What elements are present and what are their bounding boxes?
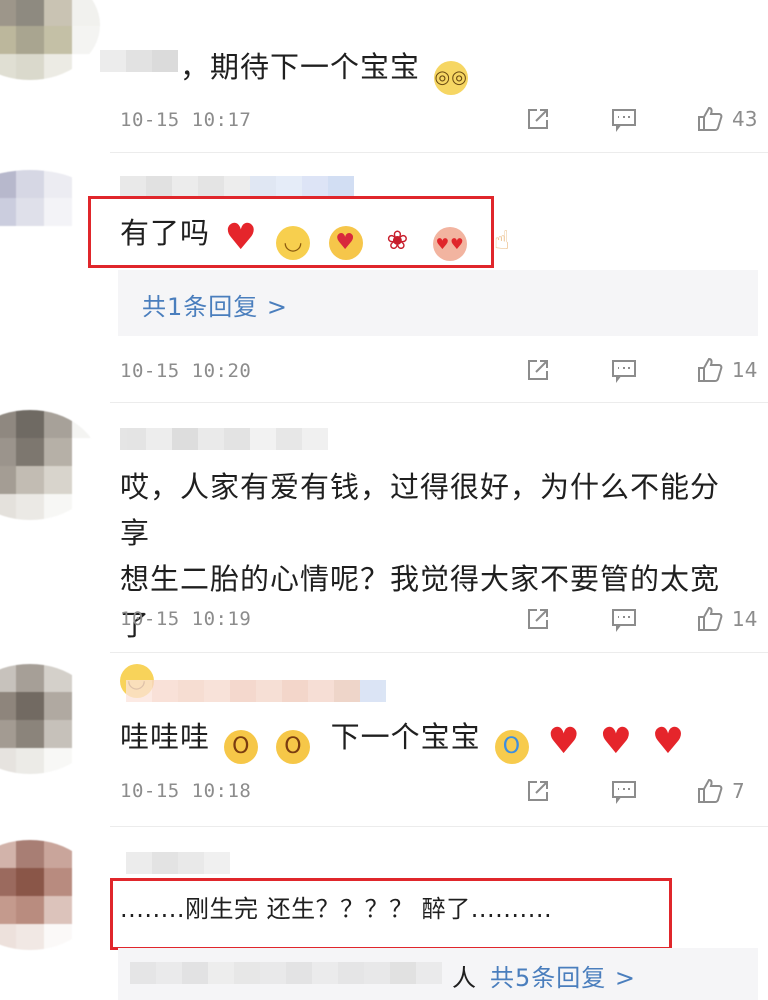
username-blurred[interactable] [126,680,386,702]
thumbs-up-icon[interactable] [696,777,724,805]
thumbs-up-icon[interactable] [696,356,724,384]
heart-eyes-emoji-icon: ♥♥ [433,227,468,261]
comment-time: 10-15 10:18 [120,780,252,802]
comment-line-1: 哎，人家有爱有钱，过得很好，为什么不能分享 [120,470,721,550]
comment-actions: 43 [466,102,758,136]
comment-time: 10-15 10:19 [120,608,252,630]
like-count: 7 [732,779,745,803]
share-icon[interactable] [524,356,552,384]
reply-preview-box[interactable]: 人 共5条回复 > [118,948,758,1000]
heart-icon: ♥ [599,721,633,762]
thumbs-up-emoji-icon: ☝ [493,226,511,256]
nerd-glasses-emoji-icon: ◎◎ [434,61,469,95]
username-blurred[interactable] [100,50,178,72]
comment-text: ........刚生完 还生？？？？ 醉了.......... [120,895,553,923]
heart-icon: ♥ [547,721,581,762]
comment-actions: 14 [466,353,758,387]
comment-text: ，期待下一个宝宝 ◎◎ [180,44,738,95]
avatar[interactable] [0,0,100,80]
avatar[interactable] [0,664,100,774]
scream-emoji-icon: O [276,730,311,764]
avatar[interactable] [0,410,100,520]
reply-suffix: 人 [452,964,476,992]
kiss-emoji-icon: ♥ [328,226,363,260]
divider [110,152,768,153]
like-count: 14 [732,607,758,631]
scream-emoji-icon: O [224,730,259,764]
comment-icon[interactable] [610,105,638,133]
view-replies-link[interactable]: 共5条回复 > [490,958,636,993]
like-count: 14 [732,358,758,382]
divider [110,402,768,403]
share-icon[interactable] [524,105,552,133]
thumbs-up-icon[interactable] [696,605,724,633]
smile-emoji-icon: ◡ [276,226,311,260]
view-replies-link[interactable]: 共1条回复 > [142,287,288,322]
divider [110,826,768,827]
divider [110,652,768,653]
username-blurred[interactable] [126,852,230,874]
like-count: 43 [732,107,758,131]
username-blurred[interactable] [120,428,328,450]
avatar[interactable] [0,170,100,242]
comment-actions: 7 [466,774,758,808]
comment-icon[interactable] [610,356,638,384]
heart-icon: ♥ [224,217,258,258]
comment-icon[interactable] [610,605,638,633]
comment-text: 哇哇哇 O O 下一个宝宝 O ♥ ♥ ♥ [120,720,686,764]
share-icon[interactable] [524,605,552,633]
reply-preview-box[interactable]: 共1条回复 > [118,270,758,336]
username-blurred[interactable] [120,176,354,198]
comment-icon[interactable] [610,777,638,805]
reply-username-blurred [130,962,442,984]
comment-text: 有了吗 ♥ ◡ ♥ ❀ ♥♥ ☝ [120,210,738,261]
comment-actions: 14 [466,602,758,636]
heart-icon: ♥ [651,721,686,762]
comment-time: 10-15 10:17 [120,109,252,131]
thumbs-up-icon[interactable] [696,105,724,133]
rose-icon: ❀ [386,226,410,256]
comment-time: 10-15 10:20 [120,360,252,382]
avatar[interactable] [0,840,100,950]
share-icon[interactable] [524,777,552,805]
tears-of-joy-emoji-icon: O [494,730,529,764]
comment-text: 哎，人家有爱有钱，过得很好，为什么不能分享 想生二胎的心情呢？我觉得大家不要管的… [120,464,738,698]
